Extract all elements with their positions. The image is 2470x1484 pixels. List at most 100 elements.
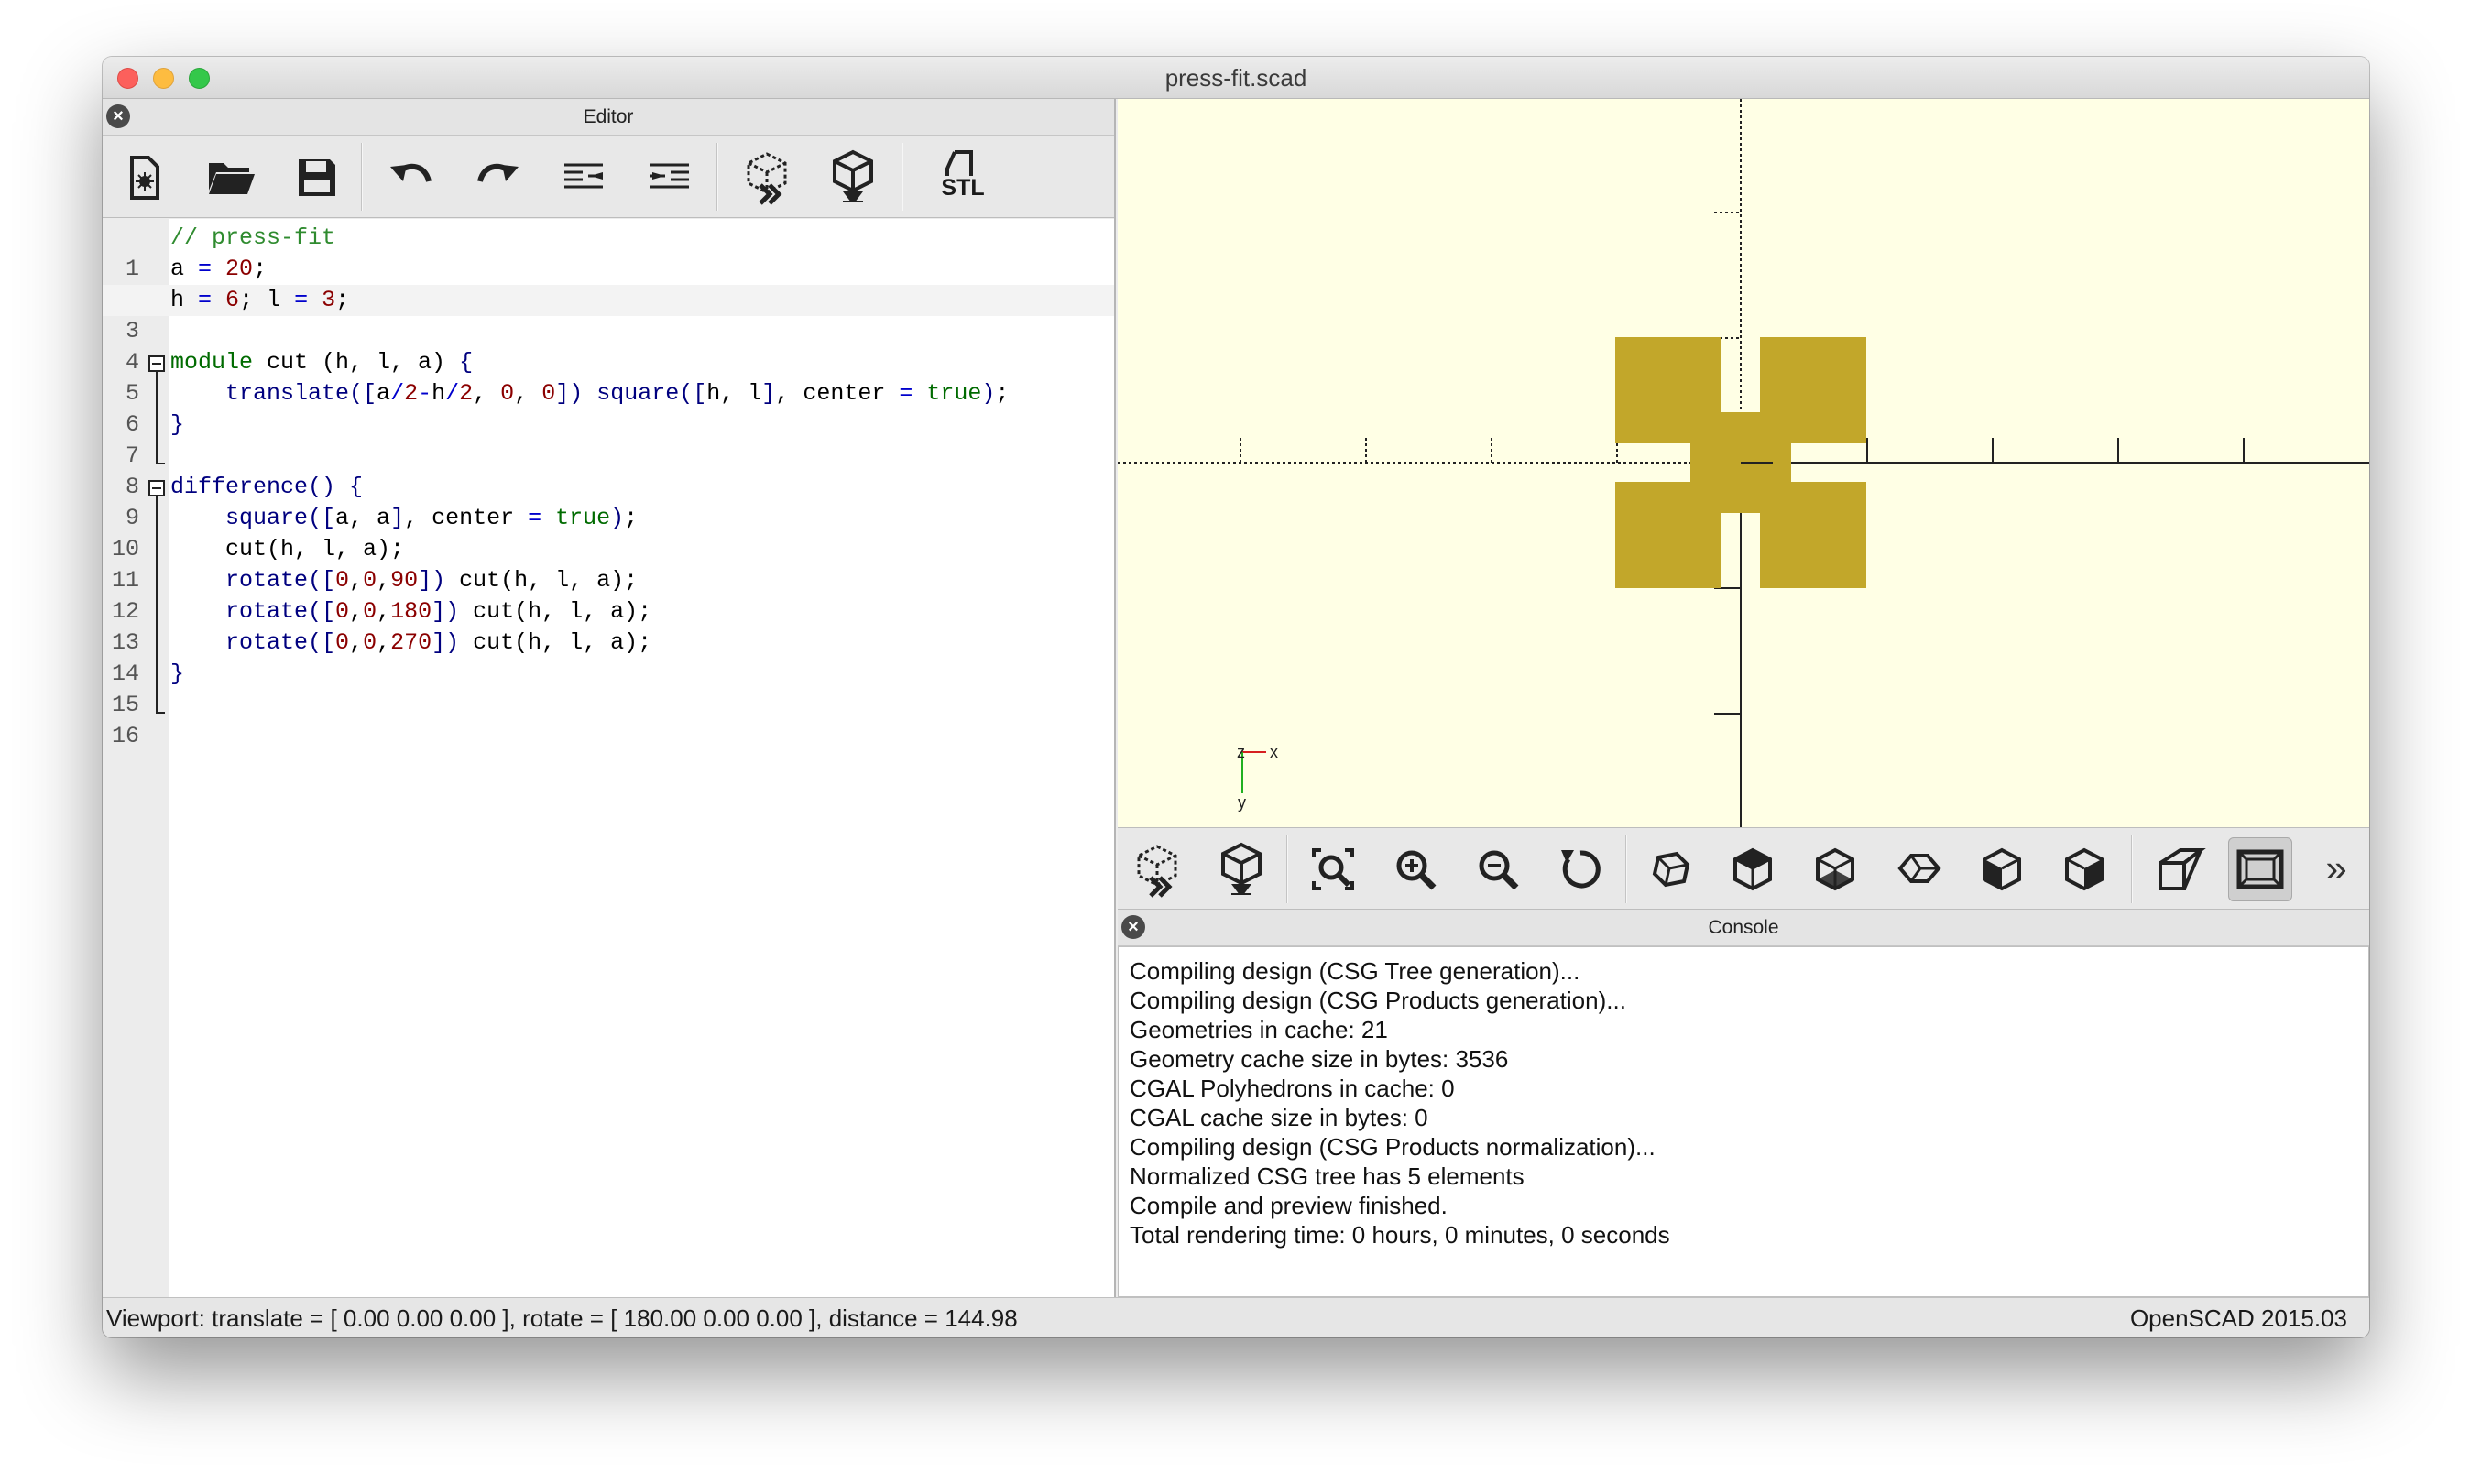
code-line[interactable]: 14 rotate([0,0,270]) cut(h, l, a); <box>103 627 1114 687</box>
zoom-out-button[interactable] <box>1466 837 1530 901</box>
gizmo-x-label: x <box>1270 743 1278 761</box>
code-line[interactable]: 6 translate([a/2-h/2, 0, 0]) square([h, … <box>103 378 1114 438</box>
save-file-button[interactable] <box>284 145 348 209</box>
zoom-all-icon <box>1312 848 1354 890</box>
unindent-icon <box>564 163 603 189</box>
render-icon <box>833 149 873 202</box>
view-bottom-icon <box>1816 847 1854 891</box>
view-all-button[interactable] <box>1301 837 1365 901</box>
code-line-current[interactable]: 3 h = 6; l = 3; <box>103 285 1114 344</box>
console-line: Compiling design (CSG Products generatio… <box>1130 987 1626 1014</box>
more-tools-chevron[interactable]: » <box>2309 841 2364 896</box>
view-top-button[interactable] <box>1721 837 1785 901</box>
console-line: Normalized CSG tree has 5 elements <box>1130 1162 1525 1190</box>
console-dock: × Console Compiling design (CSG Tree gen… <box>1118 910 2369 1297</box>
console-line: Compiling design (CSG Products normaliza… <box>1130 1133 1656 1161</box>
toolbar-separator <box>1286 835 1288 903</box>
console-line: Total rendering time: 0 hours, 0 minutes… <box>1130 1221 1670 1249</box>
code-text: translate([a/2-h/2, 0, 0]) square([h, l]… <box>225 380 1010 407</box>
floppy-disk-icon <box>299 159 335 196</box>
code-line[interactable]: 2 a = 20; <box>103 254 1114 313</box>
undo-button[interactable] <box>379 145 443 209</box>
code-line[interactable]: 1 // press-fit <box>103 223 1114 282</box>
console-line: CGAL Polyhedrons in cache: 0 <box>1130 1075 1455 1102</box>
view-bottom-button[interactable] <box>1803 837 1867 901</box>
console-dock-title: Console <box>1708 917 1779 938</box>
viewport-render-button[interactable] <box>1209 837 1273 901</box>
viewport-canvas[interactable]: x z y <box>1118 99 2369 827</box>
code-text: rotate([0,0,180]) cut(h, l, a); <box>225 598 652 625</box>
title-bar: press-fit.scad <box>103 57 2369 99</box>
toolbar-separator <box>361 143 363 211</box>
code-line[interactable]: 7 } <box>103 409 1114 469</box>
undo-icon <box>390 163 432 182</box>
render-button[interactable] <box>821 145 885 209</box>
viewport-preview-button[interactable] <box>1125 837 1189 901</box>
console-dock-header: × Console <box>1118 910 2369 946</box>
view-right-icon <box>1652 851 1690 888</box>
view-left-icon <box>1897 854 1941 883</box>
line-number: 16 <box>111 723 139 749</box>
editor-toolbar: STL <box>103 136 1114 218</box>
export-stl-button[interactable]: STL <box>924 145 1002 209</box>
fold-guide <box>147 409 169 441</box>
code-text: // press-fit <box>170 224 336 251</box>
view-top-icon <box>1733 847 1772 891</box>
fold-guide <box>147 627 169 659</box>
view-toolbar: » <box>1118 827 2369 910</box>
redo-button[interactable] <box>465 145 530 209</box>
view-right-button[interactable] <box>1638 837 1702 901</box>
fold-guide <box>147 596 169 627</box>
open-file-button[interactable] <box>198 145 262 209</box>
toolbar-separator <box>2131 835 2133 903</box>
code-line[interactable]: 8 <box>103 441 1114 500</box>
unindent-button[interactable] <box>552 145 616 209</box>
code-editor[interactable]: 1 // press-fit 2 a = 20; 3 h = 6; l = 3;… <box>103 219 1114 1297</box>
code-text: a = 20; <box>170 256 268 282</box>
console-line: Geometries in cache: 21 <box>1130 1016 1388 1043</box>
3d-viewport[interactable]: x z y <box>1118 99 2369 827</box>
code-text: cut(h, l, a); <box>170 536 405 562</box>
code-text: difference() { <box>170 474 364 500</box>
zoom-in-button[interactable] <box>1383 837 1448 901</box>
app-window: press-fit.scad × Editor STL 1 // press-f… <box>103 57 2369 1337</box>
indent-button[interactable] <box>638 145 702 209</box>
code-text: module cut (h, l, a) { <box>170 349 474 376</box>
reset-view-icon <box>1561 850 1601 889</box>
reset-view-button[interactable] <box>1548 837 1612 901</box>
gizmo-y-label: y <box>1238 793 1246 812</box>
code-line[interactable]: 4 <box>103 316 1114 376</box>
fold-toggle[interactable] <box>147 472 169 503</box>
view-front-button[interactable] <box>1970 837 2034 901</box>
code-line[interactable]: 13 rotate([0,0,180]) cut(h, l, a); <box>103 596 1114 656</box>
new-file-icon <box>130 156 159 200</box>
code-text: rotate([0,0,90]) cut(h, l, a); <box>225 567 639 594</box>
code-text: square([a, a], center = true); <box>225 505 639 531</box>
console-output[interactable]: Compiling design (CSG Tree generation)..… <box>1118 946 2369 1297</box>
fold-guide <box>147 565 169 596</box>
orthogonal-button[interactable] <box>2228 837 2292 901</box>
toolbar-separator <box>902 143 903 211</box>
view-back-button[interactable] <box>2052 837 2116 901</box>
code-line[interactable]: 12 rotate([0,0,90]) cut(h, l, a); <box>103 565 1114 625</box>
console-line: CGAL cache size in bytes: 0 <box>1130 1104 1428 1131</box>
render-icon <box>1221 842 1262 895</box>
console-line: Compile and preview finished. <box>1130 1192 1448 1219</box>
fold-guide <box>147 534 169 565</box>
fold-toggle[interactable] <box>147 347 169 378</box>
console-line: Compiling design (CSG Tree generation)..… <box>1130 957 1580 985</box>
code-line[interactable]: 15 } <box>103 659 1114 718</box>
code-line[interactable]: 10 square([a, a], center = true); <box>103 503 1114 562</box>
folder-open-icon <box>209 163 255 194</box>
preview-button[interactable] <box>735 145 799 209</box>
code-line[interactable]: 11 cut(h, l, a); <box>103 534 1114 594</box>
fold-end <box>147 441 169 472</box>
code-line[interactable]: 16 <box>103 690 1114 749</box>
code-line[interactable]: 5 module cut (h, l, a) { <box>103 347 1114 407</box>
indent-icon <box>650 163 689 189</box>
new-file-button[interactable] <box>112 145 176 209</box>
code-line[interactable]: 9 difference() { <box>103 472 1114 531</box>
view-left-button[interactable] <box>1887 837 1951 901</box>
perspective-button[interactable] <box>2148 837 2212 901</box>
console-line: Geometry cache size in bytes: 3536 <box>1130 1045 1509 1073</box>
